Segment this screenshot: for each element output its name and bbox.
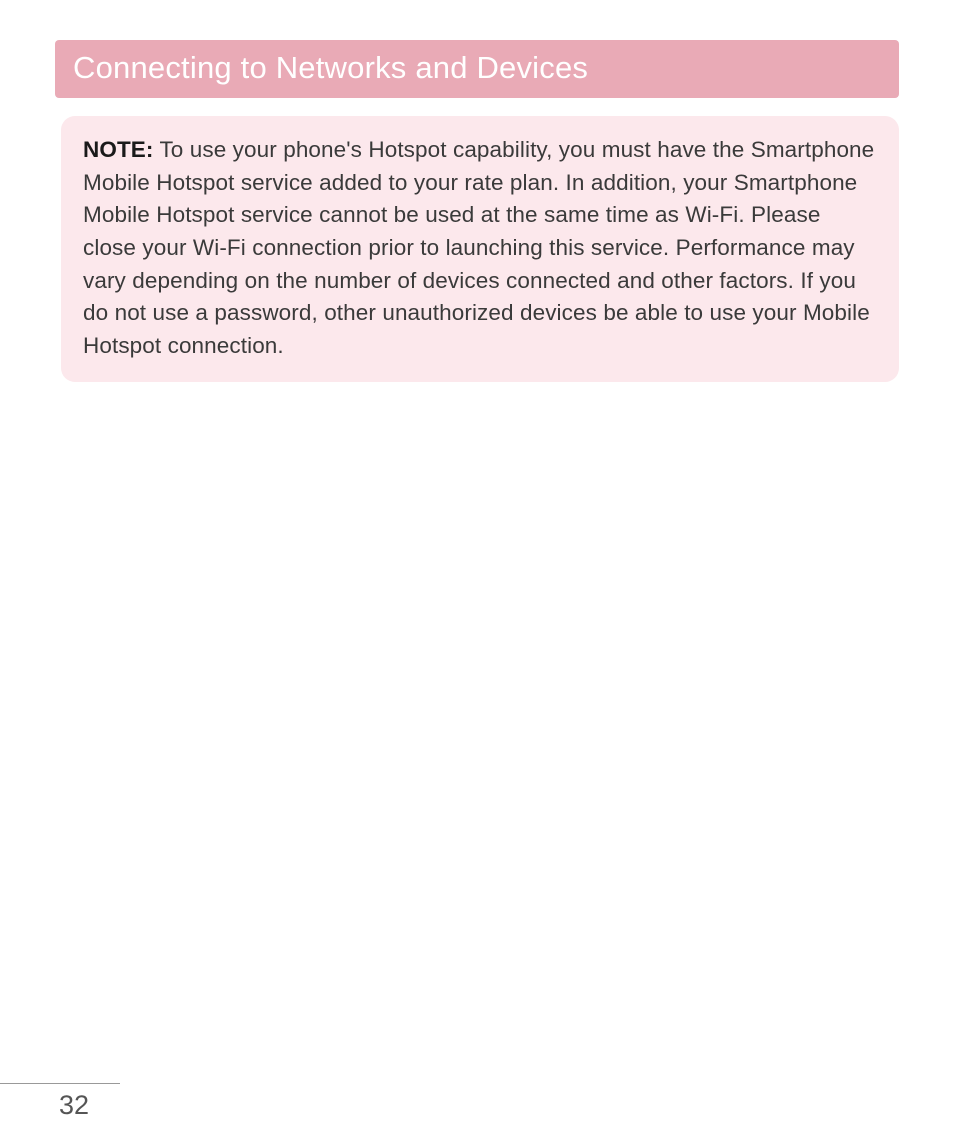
note-label: NOTE: [83,137,154,162]
section-title: Connecting to Networks and Devices [73,50,588,85]
note-box: NOTE: To use your phone's Hotspot capabi… [61,116,899,382]
page-footer: 32 [0,1083,120,1121]
section-header: Connecting to Networks and Devices [55,40,899,98]
page-number: 32 [31,1090,89,1121]
note-body: To use your phone's Hotspot capability, … [83,137,874,358]
